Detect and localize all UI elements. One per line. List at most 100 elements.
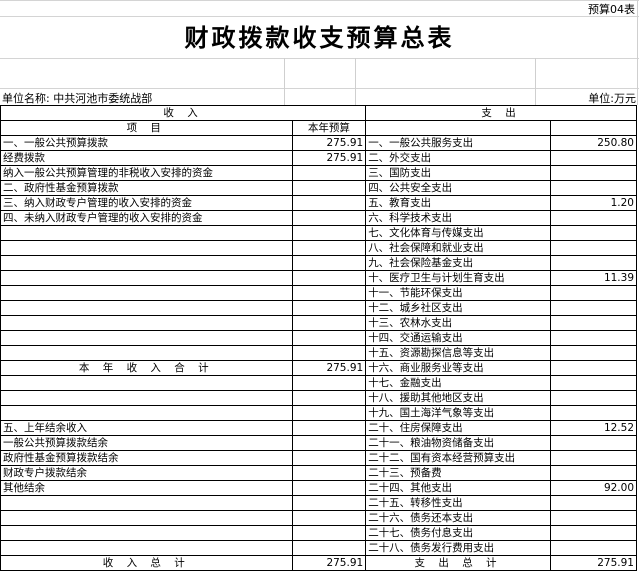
income-value-cell[interactable] xyxy=(291,375,367,391)
expense-value-cell[interactable] xyxy=(549,405,638,421)
income-item-cell[interactable] xyxy=(0,285,293,301)
income-value-cell[interactable] xyxy=(291,525,367,541)
income-value-cell[interactable] xyxy=(291,420,367,436)
expense-item-cell[interactable]: 二十四、其他支出 xyxy=(365,480,551,496)
income-value-cell[interactable]: 275.91 xyxy=(291,135,367,151)
expense-item-cell[interactable]: 二十六、债务还本支出 xyxy=(365,510,551,526)
income-value-cell[interactable] xyxy=(291,510,367,526)
income-value-cell[interactable] xyxy=(291,480,367,496)
income-item-cell[interactable] xyxy=(0,255,293,271)
income-value-cell[interactable] xyxy=(291,165,367,181)
income-item-cell[interactable] xyxy=(0,225,293,241)
expense-value-cell[interactable]: 250.80 xyxy=(549,135,638,151)
expense-item-cell[interactable]: 二十三、预备费 xyxy=(365,465,551,481)
expense-value-cell[interactable] xyxy=(549,300,638,316)
income-item-cell[interactable] xyxy=(0,375,293,391)
expense-value-cell[interactable] xyxy=(549,525,638,541)
income-item-cell[interactable] xyxy=(0,300,293,316)
expense-item-cell[interactable]: 十六、商业服务业等支出 xyxy=(365,360,551,376)
expense-item-cell[interactable]: 八、社会保障和就业支出 xyxy=(365,240,551,256)
budget-column-header[interactable]: 本年预算 xyxy=(291,120,367,136)
income-value-cell[interactable] xyxy=(291,270,367,286)
expense-total-value[interactable]: 275.91 xyxy=(549,555,638,571)
expense-value-cell[interactable] xyxy=(549,255,638,271)
income-value-cell[interactable] xyxy=(291,540,367,556)
income-item-cell[interactable] xyxy=(0,510,293,526)
income-value-cell[interactable]: 275.91 xyxy=(291,360,367,376)
expense-value-cell[interactable] xyxy=(549,225,638,241)
expense-value-cell[interactable]: 12.52 xyxy=(549,420,638,436)
income-item-cell[interactable]: 一、一般公共预算拨款 xyxy=(0,135,293,151)
income-item-cell[interactable] xyxy=(0,390,293,406)
expense-value-cell[interactable] xyxy=(549,540,638,556)
expense-value-cell[interactable] xyxy=(549,510,638,526)
expense-value-cell[interactable] xyxy=(549,150,638,166)
expense-item-cell[interactable]: 二十八、债务发行费用支出 xyxy=(365,540,551,556)
expense-item-cell[interactable]: 二十一、粮油物资储备支出 xyxy=(365,435,551,451)
income-item-cell[interactable]: 其他结余 xyxy=(0,480,293,496)
expense-item-cell[interactable]: 二十五、转移性支出 xyxy=(365,495,551,511)
income-item-cell[interactable] xyxy=(0,540,293,556)
income-value-cell[interactable] xyxy=(291,495,367,511)
expense-item-cell[interactable]: 三、国防支出 xyxy=(365,165,551,181)
expense-value-cell[interactable] xyxy=(549,330,638,346)
expense-budget-column-header[interactable] xyxy=(549,120,638,136)
income-item-cell[interactable]: 财政专户拨款结余 xyxy=(0,465,293,481)
expense-item-cell[interactable]: 六、科学技术支出 xyxy=(365,210,551,226)
income-value-cell[interactable] xyxy=(291,405,367,421)
income-item-cell[interactable]: 五、上年结余收入 xyxy=(0,420,293,436)
income-item-cell[interactable]: 政府性基金预算拨款结余 xyxy=(0,450,293,466)
income-value-cell[interactable] xyxy=(291,345,367,361)
income-value-cell[interactable] xyxy=(291,300,367,316)
expense-value-cell[interactable] xyxy=(549,180,638,196)
expense-item-cell[interactable]: 十、医疗卫生与计划生育支出 xyxy=(365,270,551,286)
expense-value-cell[interactable] xyxy=(549,285,638,301)
expense-value-cell[interactable]: 11.39 xyxy=(549,270,638,286)
item-column-header[interactable]: 项 目 xyxy=(0,120,293,136)
expense-item-cell[interactable]: 十二、城乡社区支出 xyxy=(365,300,551,316)
expense-value-cell[interactable] xyxy=(549,435,638,451)
expense-value-cell[interactable] xyxy=(549,390,638,406)
income-item-cell[interactable]: 纳入一般公共预算管理的非税收入安排的资金 xyxy=(0,165,293,181)
expense-value-cell[interactable] xyxy=(549,210,638,226)
expense-item-cell[interactable]: 十五、资源勘探信息等支出 xyxy=(365,345,551,361)
expense-item-cell[interactable]: 二十七、债务付息支出 xyxy=(365,525,551,541)
expense-value-cell[interactable] xyxy=(549,360,638,376)
expense-item-cell[interactable]: 十七、金融支出 xyxy=(365,375,551,391)
income-item-cell[interactable]: 二、政府性基金预算拨款 xyxy=(0,180,293,196)
expense-value-cell[interactable] xyxy=(549,465,638,481)
income-value-cell[interactable] xyxy=(291,225,367,241)
income-total-value[interactable]: 275.91 xyxy=(291,555,367,571)
expense-total-label[interactable]: 支 出 总 计 xyxy=(365,555,551,571)
expense-item-cell[interactable]: 十八、援助其他地区支出 xyxy=(365,390,551,406)
income-item-cell[interactable]: 本 年 收 入 合 计 xyxy=(0,360,293,376)
income-item-cell[interactable] xyxy=(0,270,293,286)
income-value-cell[interactable] xyxy=(291,435,367,451)
income-value-cell[interactable] xyxy=(291,195,367,211)
income-item-cell[interactable]: 经费拨款 xyxy=(0,150,293,166)
expense-value-cell[interactable] xyxy=(549,450,638,466)
income-item-cell[interactable] xyxy=(0,315,293,331)
income-item-cell[interactable] xyxy=(0,345,293,361)
income-value-cell[interactable] xyxy=(291,330,367,346)
expense-value-cell[interactable] xyxy=(549,375,638,391)
expense-item-cell[interactable]: 一、一般公共服务支出 xyxy=(365,135,551,151)
income-item-cell[interactable]: 一般公共预算拨款结余 xyxy=(0,435,293,451)
income-value-cell[interactable]: 275.91 xyxy=(291,150,367,166)
income-value-cell[interactable] xyxy=(291,180,367,196)
expense-item-cell[interactable]: 五、教育支出 xyxy=(365,195,551,211)
expense-value-cell[interactable] xyxy=(549,240,638,256)
expense-value-cell[interactable]: 92.00 xyxy=(549,480,638,496)
income-value-cell[interactable] xyxy=(291,210,367,226)
expense-item-cell[interactable]: 二、外交支出 xyxy=(365,150,551,166)
income-value-cell[interactable] xyxy=(291,285,367,301)
income-value-cell[interactable] xyxy=(291,390,367,406)
income-total-label[interactable]: 收 入 总 计 xyxy=(0,555,293,571)
expense-value-cell[interactable] xyxy=(549,165,638,181)
expense-item-column-header[interactable] xyxy=(365,120,551,136)
expense-item-cell[interactable]: 二十二、国有资本经营预算支出 xyxy=(365,450,551,466)
income-item-cell[interactable] xyxy=(0,330,293,346)
income-item-cell[interactable] xyxy=(0,525,293,541)
expense-item-cell[interactable]: 十一、节能环保支出 xyxy=(365,285,551,301)
expense-item-cell[interactable]: 十四、交通运输支出 xyxy=(365,330,551,346)
